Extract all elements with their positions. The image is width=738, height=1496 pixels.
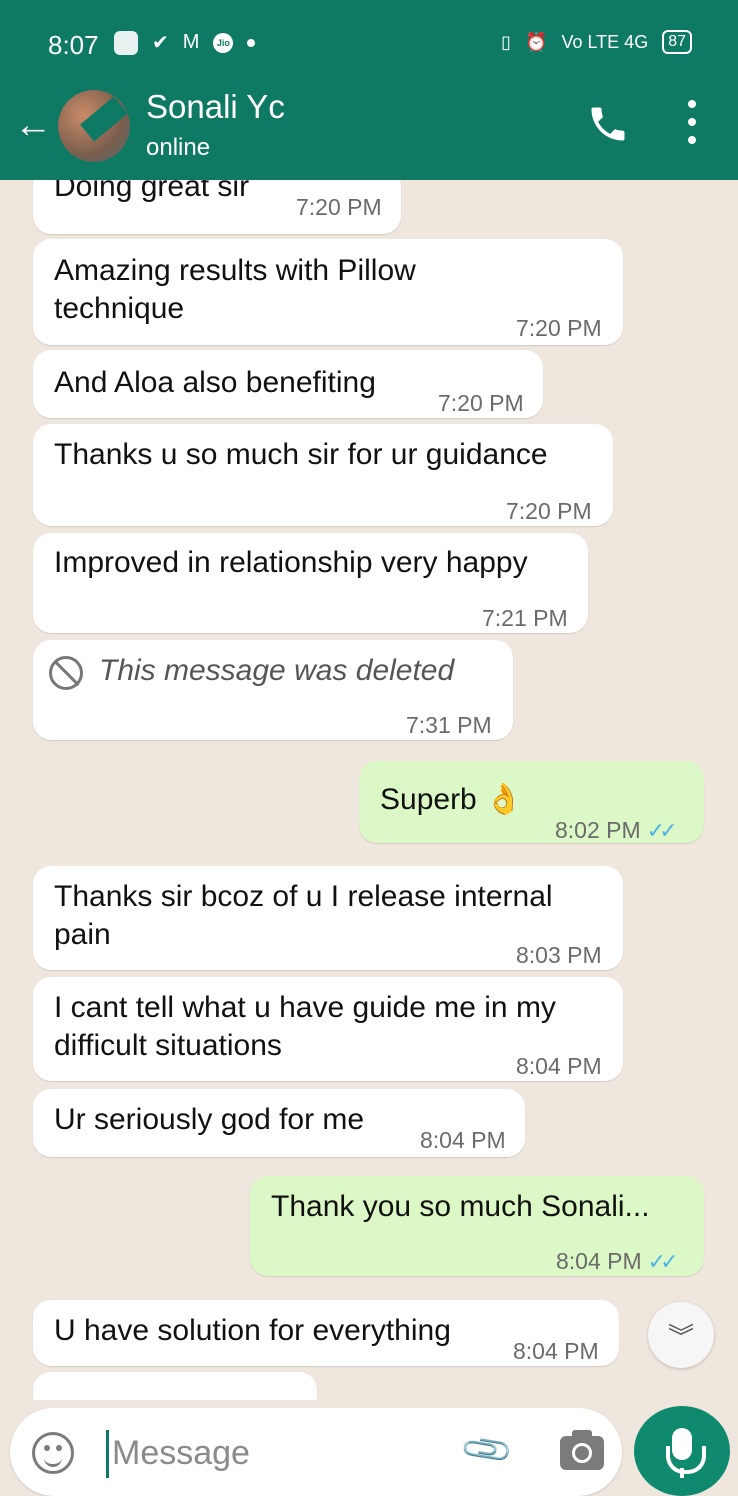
message-text: Doing great sir: [54, 180, 250, 203]
message-text: This message was deleted: [99, 654, 455, 687]
message-time: 8:02 PM ✓✓: [555, 811, 678, 850]
message-time: 8:03 PM: [516, 942, 602, 968]
check-notification-icon: ✔: [152, 32, 169, 54]
message-bubble-outgoing[interactable]: Superb 👌 8:02 PM ✓✓: [359, 761, 704, 843]
message-time-label: 8:04 PM: [556, 1248, 642, 1274]
message-time: 8:04 PM: [516, 1053, 602, 1079]
message-text: U have solution for everything: [54, 1314, 451, 1347]
more-notifications-icon: [247, 38, 256, 47]
message-list[interactable]: Doing great sir 7:20 PM Amazing results …: [0, 180, 738, 1400]
message-bubble-outgoing[interactable]: Thank you so much Sonali... 8:04 PM ✓✓: [250, 1176, 704, 1276]
network-label: Vo LTE 4G: [561, 31, 649, 52]
read-receipt-icon: ✓✓: [646, 818, 678, 843]
alarm-icon: ⏰: [525, 31, 548, 52]
message-bubble[interactable]: U have solution for everything 8:04 PM: [33, 1300, 619, 1366]
message-input[interactable]: [112, 1428, 432, 1478]
message-text: And Aloa also benefiting: [54, 366, 376, 399]
message-time-label: 8:02 PM: [555, 817, 641, 843]
deleted-message-bubble[interactable]: This message was deleted 7:31 PM: [33, 640, 513, 740]
avatar[interactable]: [58, 90, 130, 162]
more-options-icon[interactable]: [680, 100, 704, 144]
message-bubble[interactable]: I cant tell what u have guide me in my d…: [33, 977, 623, 1081]
contact-name[interactable]: Sonali Yc: [146, 88, 285, 126]
message-time: 7:20 PM: [438, 390, 524, 416]
message-time: 7:20 PM: [296, 194, 382, 220]
message-time: 7:20 PM: [506, 498, 592, 524]
message-time: 7:20 PM: [516, 315, 602, 341]
message-bubble[interactable]: Improved in relationship very happy 7:21…: [33, 533, 588, 633]
status-left-icons: ✔ M Jio: [114, 30, 256, 55]
status-bar: 8:07 ✔ M Jio ▯ ⏰ Vo LTE 4G 87: [0, 0, 738, 90]
jio-icon: Jio: [213, 32, 234, 53]
vibrate-icon: ▯: [501, 31, 512, 52]
app-header: 8:07 ✔ M Jio ▯ ⏰ Vo LTE 4G 87 ← Sonali Y…: [0, 0, 738, 180]
gmail-icon: M: [182, 31, 200, 53]
status-time: 8:07: [48, 30, 99, 60]
battery-indicator: 87: [662, 30, 692, 54]
camera-icon[interactable]: [560, 1430, 604, 1470]
message-time: 7:21 PM: [482, 605, 568, 631]
text-caret: [106, 1430, 109, 1478]
message-bubble[interactable]: Amazing results with Pillow technique 7:…: [33, 239, 623, 345]
read-receipt-icon: ✓✓: [647, 1249, 679, 1274]
message-time: 8:04 PM: [513, 1338, 599, 1364]
message-text: Thanks u so much sir for ur guidance: [54, 438, 548, 471]
message-bubble[interactable]: Thanks sir bcoz of u I release internal …: [33, 866, 623, 970]
message-text: Improved in relationship very happy: [54, 546, 528, 579]
message-text: Amazing results with Pillow technique: [54, 254, 416, 325]
message-bubble[interactable]: Doing great sir 7:20 PM: [33, 180, 401, 234]
attach-icon[interactable]: 📎: [458, 1421, 516, 1479]
message-composer: 📎: [10, 1408, 622, 1496]
message-bubble-partial[interactable]: [33, 1372, 317, 1400]
message-bubble[interactable]: Ur seriously god for me 8:04 PM: [33, 1089, 525, 1157]
message-bubble[interactable]: Thanks u so much sir for ur guidance 7:2…: [33, 424, 613, 526]
status-right-icons: ▯ ⏰ Vo LTE 4G 87: [501, 30, 692, 54]
back-arrow-icon[interactable]: ←: [14, 104, 52, 147]
app-notification-icon: [114, 30, 138, 55]
deleted-icon: [49, 656, 83, 690]
message-text: Superb 👌: [380, 783, 523, 816]
message-text: Thank you so much Sonali...: [271, 1190, 650, 1223]
presence-status: online: [146, 134, 211, 161]
message-bubble[interactable]: And Aloa also benefiting 7:20 PM: [33, 350, 543, 418]
emoji-icon[interactable]: [32, 1432, 74, 1474]
call-icon[interactable]: [586, 102, 630, 146]
scroll-down-icon[interactable]: ︾: [648, 1302, 714, 1368]
message-time: 7:31 PM: [406, 712, 492, 738]
message-time: 8:04 PM ✓✓: [556, 1242, 679, 1281]
chat-header: ← Sonali Yc online: [0, 86, 738, 180]
message-text: Ur seriously god for me: [54, 1103, 365, 1136]
mic-icon[interactable]: [634, 1406, 730, 1496]
message-time: 8:04 PM: [420, 1127, 506, 1153]
